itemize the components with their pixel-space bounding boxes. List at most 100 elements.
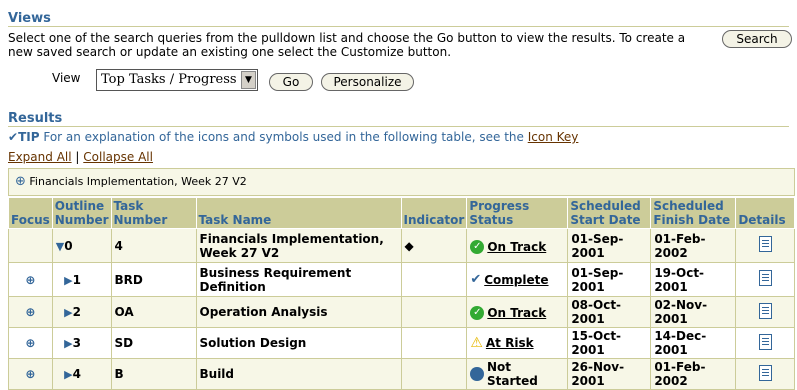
status-link[interactable]: At Risk [486,336,534,350]
table-row: ⊕ ▶3 SD Solution Design ⚠ At Risk 15-Oct-… [8,327,795,359]
view-select[interactable]: Top Tasks / Progress ▼ [96,69,258,91]
details-icon[interactable] [758,333,772,350]
start-date: 26-Nov-2001 [567,358,652,390]
collapse-triangle-icon[interactable]: ▼ [56,240,64,253]
details-cell [735,296,795,328]
search-button[interactable]: Search [722,30,792,48]
status-cell: ✔ Complete [466,262,569,297]
outline-number: 3 [72,336,81,350]
outline-cell: ▶4 [51,358,112,390]
not-started-icon [470,367,485,381]
focus-icon[interactable]: ⊕ [8,327,53,359]
view-label: View [52,71,81,85]
col-details: Details [735,197,795,229]
col-progress-status: Progress Status [466,197,569,229]
icon-key-link[interactable]: Icon Key [528,130,579,144]
col-task-name: Task Name [195,197,402,229]
breadcrumb-label: Financials Implementation, Week 27 V2 [29,175,247,188]
col-start-date: Scheduled Start Date [567,197,652,229]
task-number: SD [110,327,197,359]
task-number: 4 [110,228,197,263]
task-number: BRD [110,262,197,297]
on-track-icon: ✓ [470,306,485,320]
expand-triangle-icon[interactable]: ▶ [64,337,72,350]
focus-icon[interactable]: ⊕ [15,174,26,189]
status-cell: ⚠ At Risk [466,327,569,359]
task-number: B [110,358,197,390]
start-date: 01-Sep-2001 [567,228,652,263]
status-text: Not Started [487,360,538,388]
indicator-cell [400,262,468,297]
link-separator: | [75,150,80,164]
results-divider [8,126,789,127]
outline-cell: ▶2 [51,296,112,328]
outline-cell: ▶3 [51,327,112,359]
warning-icon: ⚠ [470,335,483,351]
task-number: OA [110,296,197,328]
expand-triangle-icon[interactable]: ▶ [64,306,72,319]
focus-cell [8,228,53,263]
status-link[interactable]: On Track [487,240,546,254]
details-icon[interactable] [758,236,772,252]
on-track-icon: ✓ [470,239,485,254]
col-task-number: Task Number [110,197,197,229]
views-description: Select one of the search queries from th… [8,31,686,59]
expand-triangle-icon[interactable]: ▶ [64,274,72,287]
tip-label: TIP [18,130,40,144]
views-divider [8,26,789,27]
details-cell [735,262,795,297]
outline-cell: ▼0 [51,228,112,263]
outline-number: 4 [72,367,81,381]
table-row: ▼0 4 Financials Implementation, Week 27 … [8,228,795,263]
tip-icon: ✔ [8,130,19,144]
status-link[interactable]: Complete [484,273,548,287]
col-finish-date: Scheduled Finish Date [650,197,737,229]
col-outline: Outline Number [51,197,112,229]
chevron-down-icon[interactable]: ▼ [241,71,256,89]
task-name: Operation Analysis [195,296,402,328]
indicator-milestone-icon: ◆ [400,228,468,263]
table-row: ⊕ ▶2 OA Operation Analysis ✓ On Track 08-… [8,296,795,328]
views-heading: Views [8,11,51,26]
col-focus: Focus [8,197,53,229]
finish-date: 01-Feb-2002 [650,358,737,390]
details-icon[interactable] [758,302,772,319]
focus-icon[interactable]: ⊕ [8,358,53,390]
tip-text: For an explanation of the icons and symb… [43,130,524,144]
collapse-all-link[interactable]: Collapse All [83,150,153,164]
indicator-cell [400,296,468,328]
start-date: 15-Oct-2001 [567,327,652,359]
table-row: ⊕ ▶1 BRD Business Requirement Definition… [8,262,795,297]
tip: ✔TIP For an explanation of the icons and… [8,130,578,144]
finish-date: 01-Feb-2002 [650,228,737,263]
table-row: ⊕ ▶4 B Build Not Started 26-Nov-2001 01-… [8,358,795,390]
view-select-value: Top Tasks / Progress [101,72,237,87]
results-table: Focus Outline Number Task Number Task Na… [8,197,795,390]
finish-date: 02-Nov-2001 [650,296,737,328]
outline-number: 2 [72,305,81,319]
go-button[interactable]: Go [269,73,313,91]
details-icon[interactable] [758,270,772,286]
details-cell [735,327,795,359]
col-indicator: Indicator [400,197,468,229]
task-name: Build [195,358,402,390]
results-heading: Results [8,111,63,126]
status-link[interactable]: On Track [487,306,546,320]
focus-icon[interactable]: ⊕ [8,296,53,328]
finish-date: 19-Oct-2001 [650,262,737,297]
start-date: 01-Sep-2001 [567,262,652,297]
status-cell: ✓ On Track [466,228,569,263]
personalize-button[interactable]: Personalize [321,73,414,91]
indicator-cell [400,327,468,359]
outline-cell: ▶1 [51,262,112,297]
details-icon[interactable] [758,364,772,381]
focus-icon[interactable]: ⊕ [8,262,53,297]
expand-collapse-links: Expand All | Collapse All [8,150,153,164]
task-name: Financials Implementation, Week 27 V2 [195,228,402,263]
expand-all-link[interactable]: Expand All [8,150,72,164]
status-cell: ✓ On Track [466,296,569,328]
details-cell [735,358,795,390]
outline-number: 1 [72,272,81,287]
outline-number: 0 [64,238,73,253]
task-name: Business Requirement Definition [195,262,402,297]
